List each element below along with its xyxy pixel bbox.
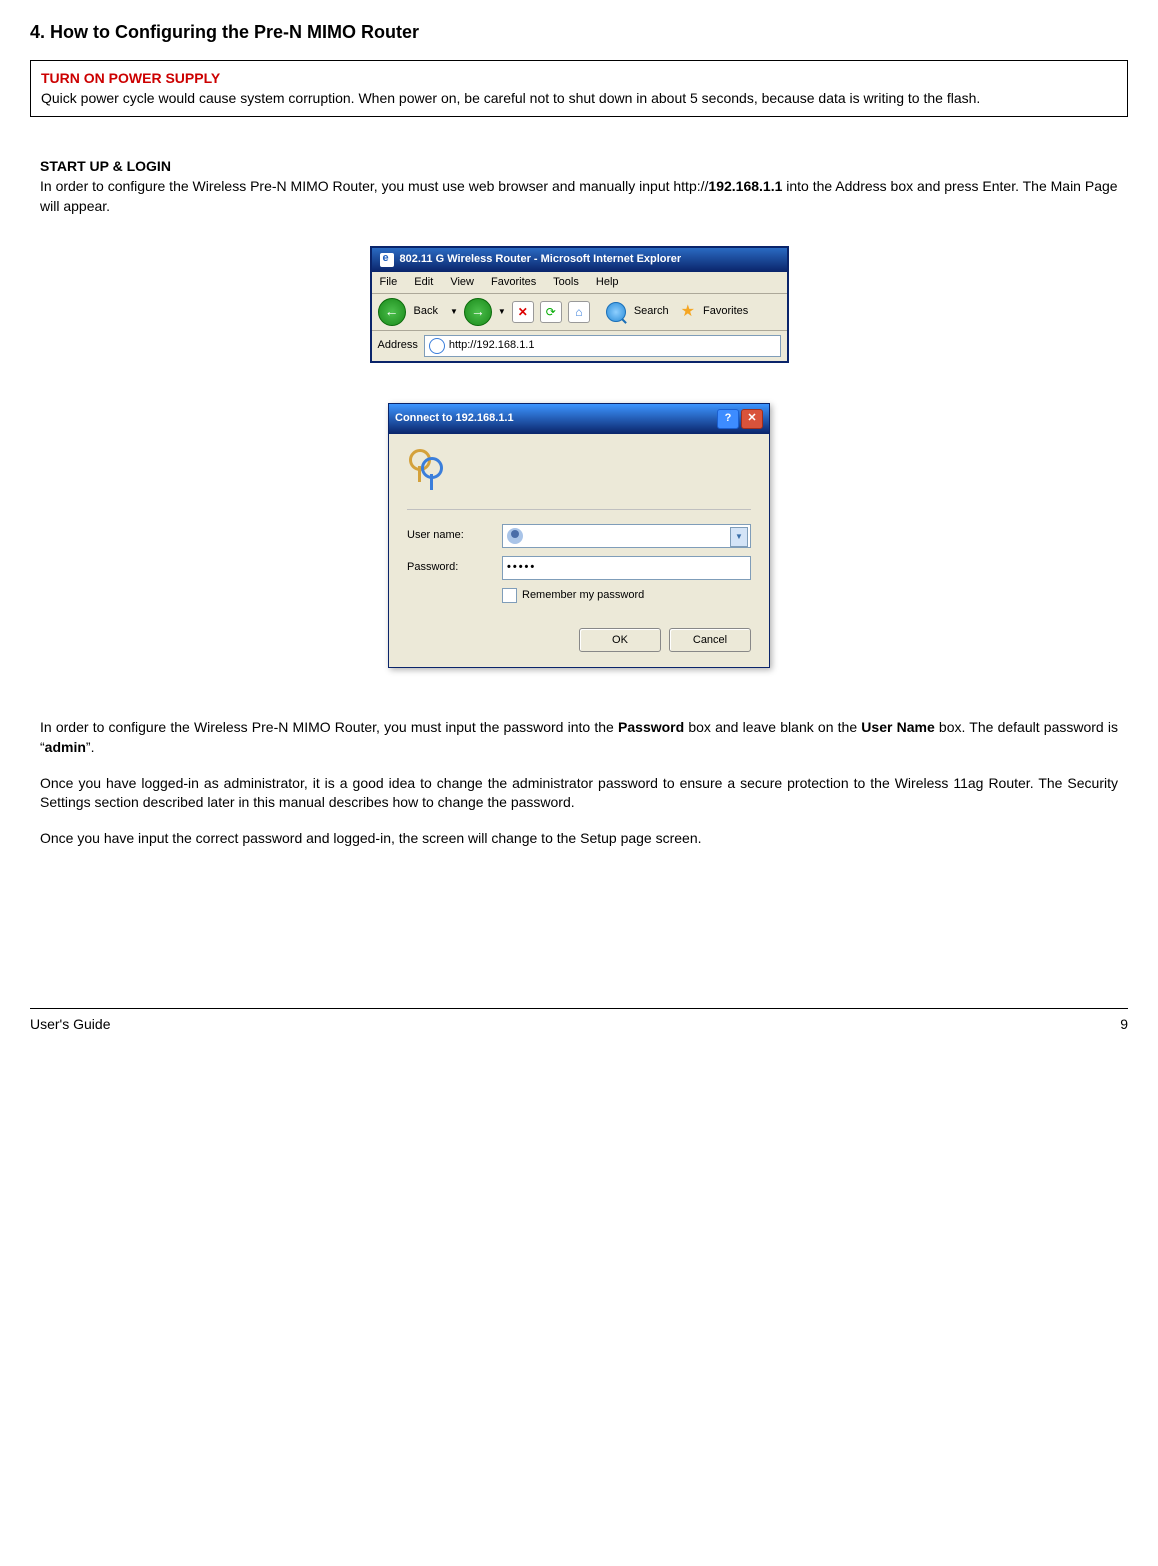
back-label: Back — [414, 304, 438, 319]
p1-t4: ”. — [86, 739, 95, 755]
menu-view[interactable]: View — [450, 276, 474, 288]
startup-text: In order to configure the Wireless Pre-N… — [40, 177, 1118, 216]
dialog-title: Connect to 192.168.1.1 — [395, 411, 514, 426]
dialog-body: User name: ▼ Password: ••••• Remember my… — [389, 434, 769, 667]
cancel-button[interactable]: Cancel — [669, 628, 751, 652]
menu-favorites[interactable]: Favorites — [491, 276, 536, 288]
menu-help[interactable]: Help — [596, 276, 619, 288]
close-icon[interactable]: ✕ — [741, 409, 763, 429]
chevron-down-icon[interactable]: ▼ — [730, 527, 748, 547]
paragraph-admin: Once you have logged-in as administrator… — [40, 774, 1118, 813]
warning-box: TURN ON POWER SUPPLY Quick power cycle w… — [30, 60, 1128, 117]
back-dropdown-icon[interactable]: ▼ — [450, 306, 458, 317]
footer: User's Guide 9 — [30, 1008, 1128, 1035]
username-field[interactable]: ▼ — [502, 524, 751, 548]
username-label: User name: — [407, 528, 502, 543]
startup-url: 192.168.1.1 — [708, 178, 782, 194]
ie-icon — [380, 253, 394, 267]
dialog-titlebar: Connect to 192.168.1.1 ? ✕ — [389, 404, 769, 434]
p1-t1: In order to configure the Wireless Pre-N… — [40, 719, 618, 735]
user-icon — [507, 528, 523, 544]
browser-window: 802.11 G Wireless Router - Microsoft Int… — [370, 246, 789, 363]
stop-icon[interactable]: ✕ — [512, 301, 534, 323]
login-dialog: Connect to 192.168.1.1 ? ✕ User name: ▼ … — [388, 403, 770, 668]
browser-toolbar: ← Back ▼ → ▼ ✕ ⟳ ⌂ Search ★ Favorites — [372, 294, 787, 331]
favorites-label[interactable]: Favorites — [703, 304, 748, 319]
warning-title: TURN ON POWER SUPPLY — [41, 69, 1117, 89]
browser-menu: File Edit View Favorites Tools Help — [372, 272, 787, 294]
password-value: ••••• — [507, 560, 536, 575]
search-label[interactable]: Search — [634, 304, 669, 319]
home-icon[interactable]: ⌂ — [568, 301, 590, 323]
favorites-icon[interactable]: ★ — [681, 301, 695, 323]
address-input[interactable]: http://192.168.1.1 — [424, 335, 781, 357]
back-button[interactable]: ← — [378, 298, 406, 326]
section-title: 4. How to Configuring the Pre-N MIMO Rou… — [30, 20, 1128, 45]
footer-right: 9 — [1120, 1015, 1128, 1035]
p1-b3: admin — [45, 739, 86, 755]
forward-button[interactable]: → — [464, 298, 492, 326]
menu-edit[interactable]: Edit — [414, 276, 433, 288]
refresh-icon[interactable]: ⟳ — [540, 301, 562, 323]
forward-dropdown-icon[interactable]: ▼ — [498, 306, 506, 317]
address-value: http://192.168.1.1 — [449, 338, 535, 353]
help-icon[interactable]: ? — [717, 409, 739, 429]
link-icon — [429, 338, 445, 354]
menu-file[interactable]: File — [380, 276, 398, 288]
ok-button[interactable]: OK — [579, 628, 661, 652]
startup-prefix: In order to configure the Wireless Pre-N… — [40, 178, 708, 194]
footer-left: User's Guide — [30, 1015, 110, 1035]
remember-label: Remember my password — [522, 588, 644, 603]
paragraph-setup: Once you have input the correct password… — [40, 829, 1118, 849]
p1-b2: User Name — [861, 719, 934, 735]
startup-title: START UP & LOGIN — [40, 157, 1118, 177]
password-label: Password: — [407, 560, 502, 575]
remember-checkbox[interactable] — [502, 588, 517, 603]
menu-tools[interactable]: Tools — [553, 276, 579, 288]
address-bar: Address http://192.168.1.1 — [372, 331, 787, 361]
p1-b1: Password — [618, 719, 684, 735]
paragraph-password: In order to configure the Wireless Pre-N… — [40, 718, 1118, 757]
address-label: Address — [378, 338, 418, 353]
warning-text: Quick power cycle would cause system cor… — [41, 89, 1117, 109]
p1-t2: box and leave blank on the — [684, 719, 861, 735]
browser-titlebar: 802.11 G Wireless Router - Microsoft Int… — [372, 248, 787, 271]
search-icon[interactable] — [606, 302, 626, 322]
browser-title: 802.11 G Wireless Router - Microsoft Int… — [400, 252, 682, 267]
keys-icon — [407, 449, 449, 491]
password-field[interactable]: ••••• — [502, 556, 751, 580]
